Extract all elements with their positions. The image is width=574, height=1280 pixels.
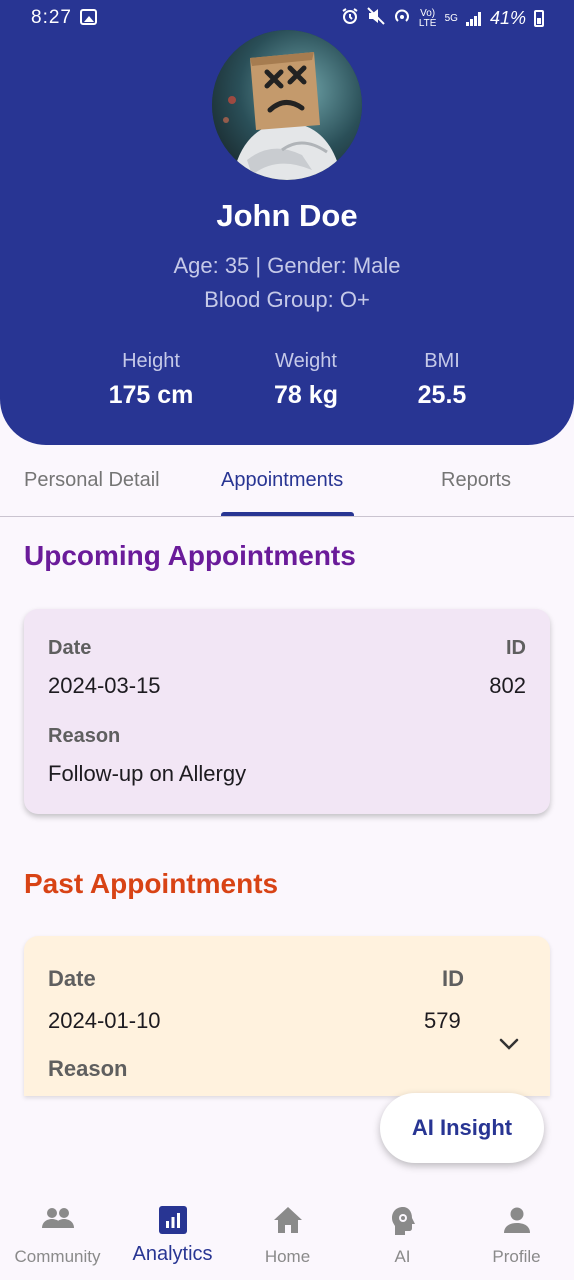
stat-height: Height 175 cm bbox=[81, 350, 221, 410]
appointment-date: 2024-01-10 bbox=[48, 1008, 161, 1033]
appointment-date: 2024-03-15 bbox=[48, 673, 161, 698]
signal-icon bbox=[465, 11, 482, 26]
mute-icon bbox=[366, 7, 385, 30]
alarm-icon bbox=[341, 7, 359, 30]
id-label: ID bbox=[506, 637, 526, 659]
upcoming-appointment-card[interactable]: Date ID 2024-03-15 802 Reason Follow-up … bbox=[24, 609, 550, 814]
home-icon bbox=[230, 1206, 345, 1236]
stat-weight-value: 78 kg bbox=[274, 381, 338, 409]
reason-label: Reason bbox=[48, 1056, 128, 1081]
battery-percent: 41% bbox=[489, 8, 526, 28]
nav-profile[interactable]: Profile bbox=[459, 1190, 574, 1280]
ai-insight-button[interactable]: AI Insight bbox=[380, 1093, 544, 1163]
profile-name: John Doe bbox=[216, 198, 358, 233]
stat-height-label: Height bbox=[122, 350, 180, 372]
date-label: Date bbox=[48, 966, 96, 991]
volte-label: Vo) LTE bbox=[418, 7, 437, 29]
profile-blood-group: Blood Group: O+ bbox=[204, 287, 370, 312]
ai-insight-label: AI Insight bbox=[411, 1115, 513, 1140]
nav-community[interactable]: Community bbox=[0, 1190, 115, 1280]
tab-indicator bbox=[221, 512, 354, 516]
reason-label: Reason bbox=[48, 725, 121, 747]
appointment-id: 579 bbox=[424, 1008, 461, 1033]
status-icons: Vo) LTE 5G 41% bbox=[341, 7, 544, 30]
stat-bmi-value: 25.5 bbox=[417, 381, 467, 409]
upcoming-appointments-title: Upcoming Appointments bbox=[24, 540, 356, 571]
stat-height-value: 175 cm bbox=[108, 381, 194, 409]
chevron-down-icon[interactable] bbox=[498, 1036, 520, 1052]
nav-ai-label: AI bbox=[394, 1247, 411, 1266]
nav-profile-label: Profile bbox=[492, 1247, 541, 1266]
nav-home[interactable]: Home bbox=[230, 1190, 345, 1280]
appointment-reason: Follow-up on Allergy bbox=[48, 761, 247, 786]
gallery-icon bbox=[80, 9, 97, 25]
profile-age-gender: Age: 35 | Gender: Male bbox=[173, 253, 401, 278]
analytics-icon bbox=[115, 1206, 230, 1236]
nav-analytics-label: Analytics bbox=[132, 1243, 213, 1265]
past-appointment-card[interactable]: Date ID 2024-01-10 579 Reason bbox=[24, 936, 550, 1096]
tab-personal-details[interactable]: Personal Detail bbox=[24, 469, 168, 492]
profile-header: 8:27 Vo) LTE 5G 41% John Doe Age: 35 | G… bbox=[0, 0, 574, 445]
nav-analytics[interactable]: Analytics bbox=[115, 1190, 230, 1280]
stat-bmi: BMI 25.5 bbox=[372, 350, 512, 410]
stat-weight-label: Weight bbox=[275, 350, 337, 372]
people-icon bbox=[0, 1206, 115, 1236]
hotspot-icon bbox=[393, 7, 411, 30]
nav-community-label: Community bbox=[14, 1247, 101, 1266]
stat-weight: Weight 78 kg bbox=[236, 350, 376, 410]
battery-icon bbox=[534, 10, 544, 27]
status-time: 8:27 bbox=[31, 7, 72, 28]
nav-home-label: Home bbox=[264, 1247, 311, 1266]
appointment-id: 802 bbox=[489, 673, 526, 698]
date-label: Date bbox=[48, 637, 92, 659]
tab-reports[interactable]: Reports bbox=[441, 469, 511, 492]
avatar[interactable] bbox=[212, 30, 362, 180]
id-label: ID bbox=[442, 966, 464, 991]
tab-appointments[interactable]: Appointments bbox=[221, 469, 343, 492]
past-appointments-title: Past Appointments bbox=[24, 868, 279, 899]
ai-head-icon bbox=[345, 1206, 460, 1236]
network-5g-label: 5G bbox=[444, 12, 458, 24]
nav-ai[interactable]: AI bbox=[345, 1190, 460, 1280]
stat-bmi-label: BMI bbox=[424, 350, 460, 372]
tab-bar: Personal Detail Appointments Reports bbox=[0, 445, 574, 517]
bottom-navigation: Community Analytics Home AI Profile bbox=[0, 1190, 574, 1280]
person-icon bbox=[459, 1206, 574, 1236]
